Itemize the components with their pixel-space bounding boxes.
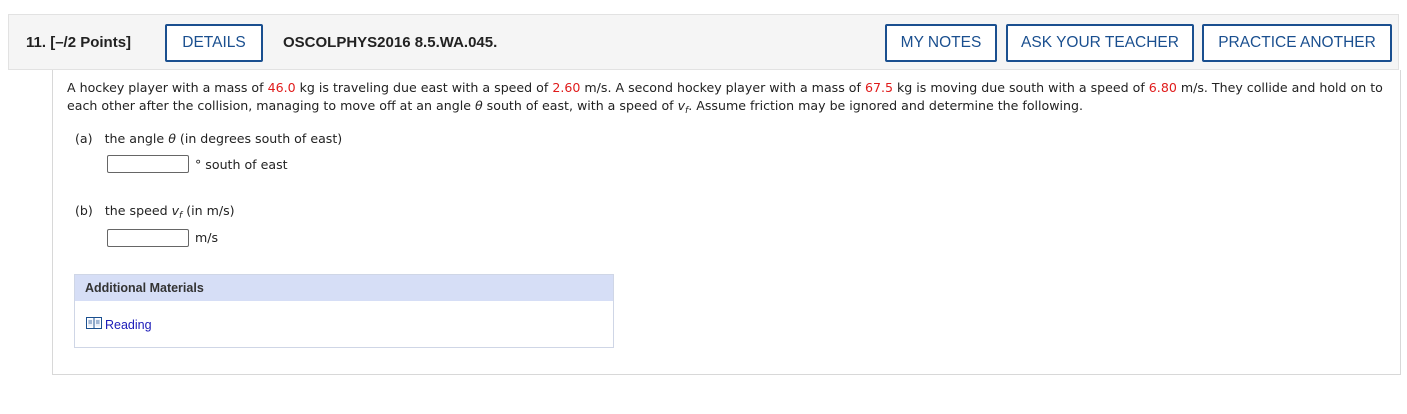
practice-another-button-label: PRACTICE ANOTHER: [1218, 34, 1376, 51]
problem-text: kg is moving due south with a speed of: [893, 80, 1149, 95]
details-button-label: DETAILS: [182, 34, 246, 51]
reading-link-label: Reading: [105, 317, 152, 332]
answer-input-a[interactable]: [107, 155, 189, 173]
question-header: 11. [–/2 Points] DETAILS OSCOLPHYS2016 8…: [8, 14, 1399, 70]
part-label: (a): [75, 131, 93, 146]
my-notes-button[interactable]: MY NOTES: [885, 24, 997, 62]
ask-your-teacher-button[interactable]: ASK YOUR TEACHER: [1006, 24, 1194, 62]
points-text: [–/2 Points]: [50, 34, 132, 51]
given-speed-2: 6.80: [1148, 80, 1177, 95]
part-label: (b): [75, 203, 93, 218]
theta-symbol: θ: [168, 131, 176, 146]
unit-label-a: ° south of east: [195, 157, 288, 172]
details-button[interactable]: DETAILS: [165, 24, 263, 62]
unit-label-b: m/s: [195, 230, 219, 245]
question-number-text: 11.: [26, 34, 47, 51]
problem-text: south of east, with a speed of: [482, 98, 678, 113]
part-prompt-text: (in degrees south of east): [175, 131, 343, 146]
part-a-prompt: (a) the angle θ (in degrees south of eas…: [75, 131, 342, 146]
given-mass-1: 46.0: [267, 80, 296, 95]
additional-materials-heading: Additional Materials: [75, 275, 613, 301]
book-icon: [86, 317, 105, 332]
problem-statement: A hockey player with a mass of 46.0 kg i…: [67, 79, 1387, 120]
reading-link[interactable]: Reading: [86, 317, 152, 332]
given-mass-2: 67.5: [864, 80, 893, 95]
practice-another-button[interactable]: PRACTICE ANOTHER: [1202, 24, 1392, 62]
velocity-symbol: v: [677, 98, 686, 113]
problem-text: m/s. A second hockey player with a mass …: [580, 80, 865, 95]
problem-text: . Assume friction may be ignored and det…: [688, 98, 1084, 113]
part-prompt-text: the angle: [104, 131, 169, 146]
answer-input-b[interactable]: [107, 229, 189, 247]
problem-text: A hockey player with a mass of: [67, 80, 268, 95]
part-prompt-text: (in m/s): [182, 203, 235, 218]
problem-code: OSCOLPHYS2016 8.5.WA.045.: [283, 34, 498, 51]
theta-symbol: θ: [474, 98, 483, 113]
question-number: 11. [–/2 Points]: [26, 34, 131, 51]
ask-your-teacher-button-label: ASK YOUR TEACHER: [1021, 34, 1179, 51]
velocity-symbol: v: [171, 203, 180, 218]
additional-materials-panel: Additional Materials Reading: [74, 274, 614, 348]
problem-text: kg is traveling due east with a speed of: [295, 80, 553, 95]
given-speed-1: 2.60: [552, 80, 581, 95]
part-b-prompt: (b) the speed vf (in m/s): [75, 203, 235, 221]
my-notes-button-label: MY NOTES: [900, 34, 982, 51]
part-prompt-text: the speed: [104, 203, 172, 218]
